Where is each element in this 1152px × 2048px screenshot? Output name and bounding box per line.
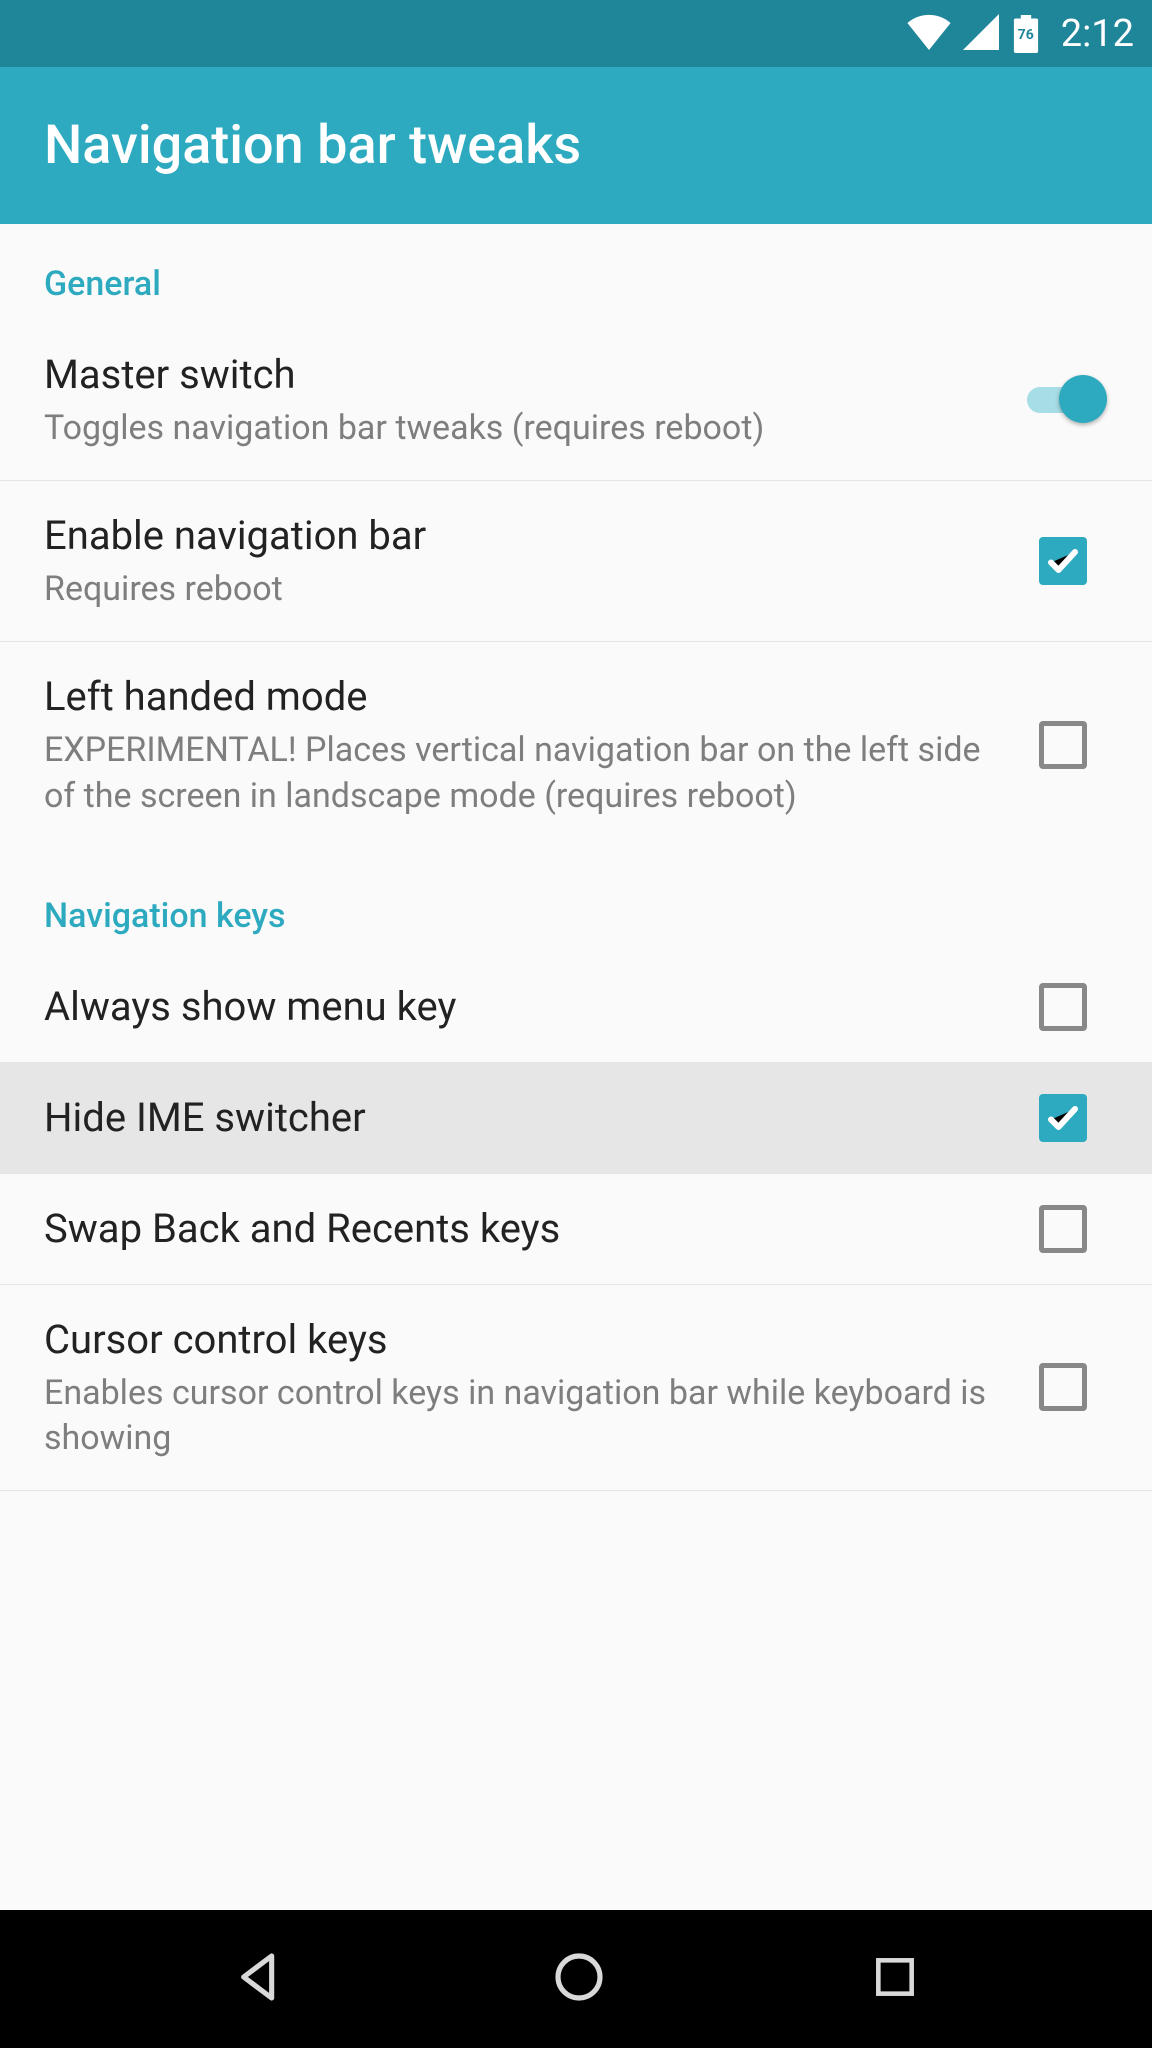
cursor-keys-checkbox[interactable]	[1039, 1363, 1087, 1411]
row-hide-ime[interactable]: Hide IME switcher	[0, 1063, 1152, 1174]
row-swap-keys[interactable]: Swap Back and Recents keys	[0, 1174, 1152, 1285]
page-title: Navigation bar tweaks	[44, 114, 581, 177]
settings-list[interactable]: General Master switch Toggles navigation…	[0, 224, 1152, 1910]
row-master-switch[interactable]: Master switch Toggles navigation bar twe…	[0, 320, 1152, 481]
battery-percent: 76	[1018, 27, 1034, 43]
app-bar: Navigation bar tweaks	[0, 67, 1152, 224]
row-subtitle: Requires reboot	[44, 567, 988, 613]
row-left-handed[interactable]: Left handed mode EXPERIMENTAL! Places ve…	[0, 642, 1152, 848]
clock: 2:12	[1061, 12, 1134, 56]
back-button[interactable]	[232, 1949, 288, 2009]
home-button[interactable]	[551, 1949, 607, 2009]
row-title: Swap Back and Recents keys	[44, 1202, 988, 1256]
battery-icon: 76	[1011, 15, 1041, 53]
row-title: Hide IME switcher	[44, 1091, 988, 1145]
wifi-icon	[907, 14, 951, 54]
cellular-icon	[963, 14, 999, 54]
row-partial[interactable]	[0, 1491, 1152, 1541]
always-menu-checkbox[interactable]	[1039, 983, 1087, 1031]
master-switch-toggle[interactable]	[1027, 379, 1099, 421]
navigation-bar	[0, 1910, 1152, 2048]
row-subtitle: EXPERIMENTAL! Places vertical navigation…	[44, 728, 988, 820]
section-header-navkeys: Navigation keys	[0, 848, 1152, 952]
left-handed-checkbox[interactable]	[1039, 721, 1087, 769]
row-title: Always show menu key	[44, 980, 988, 1034]
section-header-general: General	[0, 224, 1152, 320]
enable-navbar-checkbox[interactable]	[1039, 537, 1087, 585]
row-title: Master switch	[44, 348, 988, 402]
hide-ime-checkbox[interactable]	[1039, 1094, 1087, 1142]
row-always-menu[interactable]: Always show menu key	[0, 952, 1152, 1063]
row-cursor-keys[interactable]: Cursor control keys Enables cursor contr…	[0, 1285, 1152, 1492]
row-subtitle: Enables cursor control keys in navigatio…	[44, 1371, 988, 1463]
row-subtitle: Toggles navigation bar tweaks (requires …	[44, 406, 988, 452]
row-title: Enable navigation bar	[44, 509, 988, 563]
status-bar: 76 2:12	[0, 0, 1152, 67]
swap-keys-checkbox[interactable]	[1039, 1205, 1087, 1253]
row-enable-navbar[interactable]: Enable navigation bar Requires reboot	[0, 481, 1152, 642]
recents-button[interactable]	[870, 1952, 920, 2006]
row-title: Cursor control keys	[44, 1313, 988, 1367]
row-title: Left handed mode	[44, 670, 988, 724]
